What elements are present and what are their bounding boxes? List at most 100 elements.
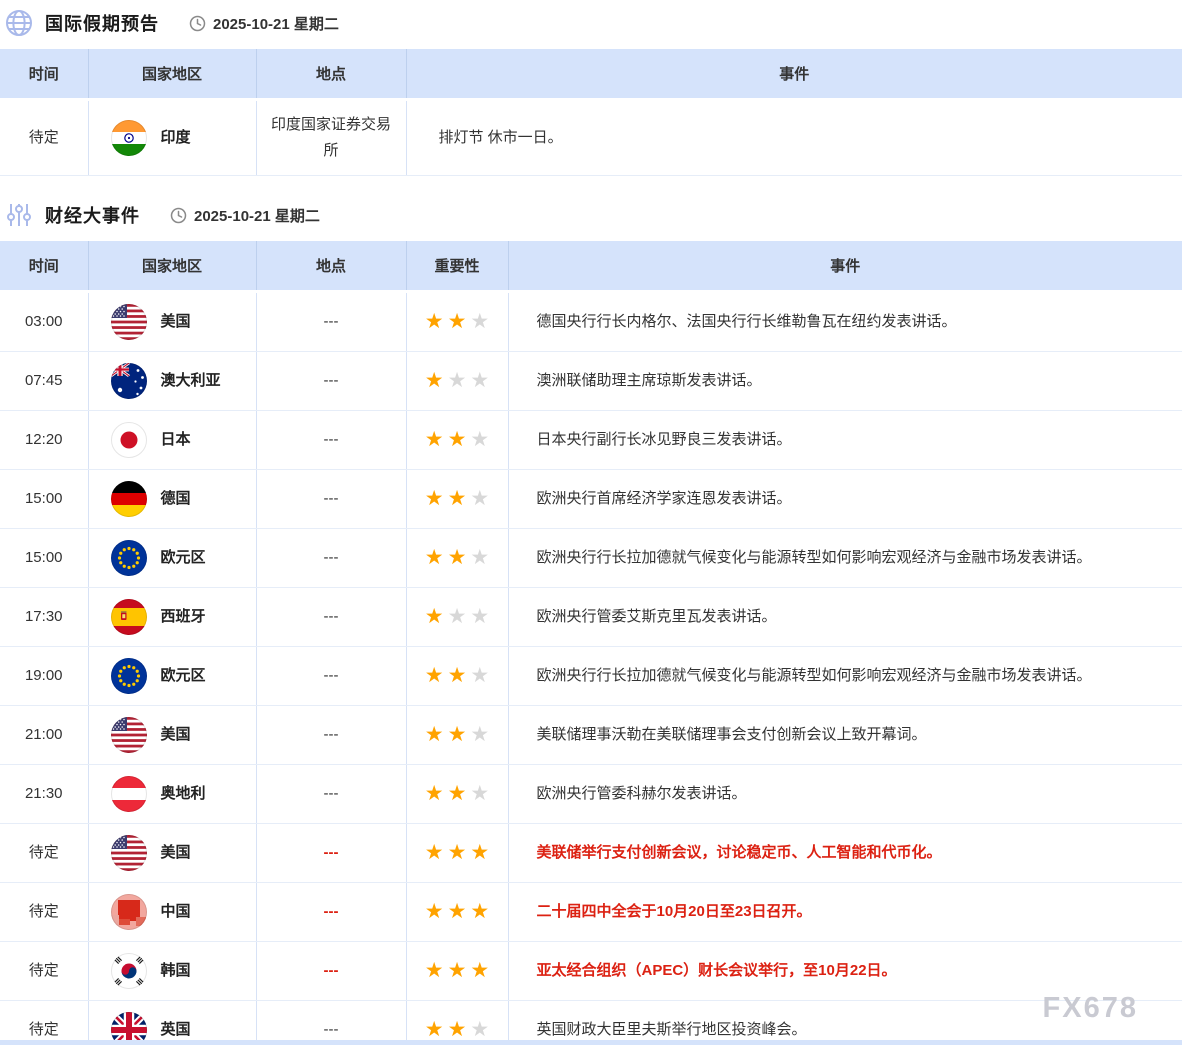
section-date-events: 2025-10-21 星期二 <box>194 205 320 226</box>
time-cell: 21:00 <box>0 706 88 765</box>
events-section-header: 财经大事件 2025-10-21 星期二 <box>0 192 1182 235</box>
importance-cell: ★★★ <box>406 824 508 883</box>
star-icon: ★ <box>425 723 444 746</box>
event-cell: 美联储举行支付创新会议，讨论稳定币、人工智能和代币化。 <box>508 824 1182 883</box>
star-icon: ★ <box>425 310 444 333</box>
holiday-section-header: 国际假期预告 2025-10-21 星期二 <box>0 0 1182 43</box>
flag-cn-icon <box>111 894 147 930</box>
time-cell: 19:00 <box>0 647 88 706</box>
flag-eu-icon <box>111 540 147 576</box>
importance-cell: ★★★ <box>406 292 508 352</box>
location-cell: --- <box>256 1001 406 1045</box>
importance-cell: ★★★ <box>406 765 508 824</box>
holiday-table: 时间国家地区地点事件 待定印度印度国家证券交易所排灯节 休市一日。 <box>0 49 1182 176</box>
flag-us-icon <box>111 835 147 871</box>
event-cell: 二十届四中全会于10月20日至23日召开。 <box>508 883 1182 942</box>
star-icon: ★ <box>448 782 467 805</box>
country-cell: 英国 <box>88 1001 256 1045</box>
clock-icon <box>189 15 206 32</box>
country-cell: 欧元区 <box>88 529 256 588</box>
country-name: 印度 <box>161 125 191 151</box>
table-row: 15:00德国---★★★欧洲央行首席经济学家连恩发表讲话。 <box>0 470 1182 529</box>
star-icon: ★ <box>425 605 444 628</box>
star-icon: ★ <box>448 664 467 687</box>
star-icon: ★ <box>425 959 444 982</box>
star-icon: ★ <box>470 605 489 628</box>
star-icon: ★ <box>470 782 489 805</box>
location-cell: --- <box>256 706 406 765</box>
location-cell: --- <box>256 588 406 647</box>
star-icon: ★ <box>425 369 444 392</box>
country-name: 欧元区 <box>161 663 206 689</box>
table-row: 待定韩国---★★★亚太经合组织（APEC）财长会议举行，至10月22日。 <box>0 942 1182 1001</box>
time-cell: 待定 <box>0 100 88 176</box>
table-row: 19:00 欧元区 ---★★★欧洲央行行长拉加德就气候变化与能源转型如何影响宏观经… <box>0 647 1182 706</box>
importance-cell: ★★★ <box>406 411 508 470</box>
table-header-row: 时间国家地区地点重要性事件 <box>0 241 1182 292</box>
column-header: 国家地区 <box>88 49 256 100</box>
time-cell: 待定 <box>0 1001 88 1045</box>
event-cell: 美联储理事沃勒在美联储理事会支付创新会议上致开幕词。 <box>508 706 1182 765</box>
table-row: 17:30西班牙---★★★欧洲央行管委艾斯克里瓦发表讲话。 <box>0 588 1182 647</box>
financial-calendar-page: 国际假期预告 2025-10-21 星期二 时间国家地区地点事件 待定印度印度国… <box>0 0 1182 1045</box>
event-cell: 德国央行行长内格尔、法国央行行长维勒鲁瓦在纽约发表讲话。 <box>508 292 1182 352</box>
star-icon: ★ <box>470 1018 489 1041</box>
column-header: 重要性 <box>406 241 508 292</box>
country-name: 西班牙 <box>161 604 206 630</box>
star-icon: ★ <box>425 1018 444 1041</box>
section-date-holiday: 2025-10-21 星期二 <box>213 13 339 34</box>
importance-cell: ★★★ <box>406 706 508 765</box>
event-cell: 亚太经合组织（APEC）财长会议举行，至10月22日。 <box>508 942 1182 1001</box>
star-icon: ★ <box>425 782 444 805</box>
country-cell: 西班牙 <box>88 588 256 647</box>
time-cell: 07:45 <box>0 352 88 411</box>
location-cell: --- <box>256 824 406 883</box>
star-icon: ★ <box>470 900 489 923</box>
importance-cell: ★★★ <box>406 352 508 411</box>
location-cell: --- <box>256 647 406 706</box>
location-cell: --- <box>256 942 406 1001</box>
star-icon: ★ <box>448 546 467 569</box>
star-icon: ★ <box>425 487 444 510</box>
star-icon: ★ <box>425 664 444 687</box>
flag-kr-icon <box>111 953 147 989</box>
section-title-events: 财经大事件 <box>45 202 140 228</box>
table-row: 07:45澳大利亚---★★★澳洲联储助理主席琼斯发表讲话。 <box>0 352 1182 411</box>
globe-icon <box>5 9 33 37</box>
country-name: 韩国 <box>161 958 191 984</box>
star-icon: ★ <box>470 959 489 982</box>
location-cell: --- <box>256 883 406 942</box>
table-row: 待定中国---★★★二十届四中全会于10月20日至23日召开。 <box>0 883 1182 942</box>
star-icon: ★ <box>470 369 489 392</box>
event-cell: 澳洲联储助理主席琼斯发表讲话。 <box>508 352 1182 411</box>
star-icon: ★ <box>448 1018 467 1041</box>
clock-icon <box>170 207 187 224</box>
star-icon: ★ <box>470 546 489 569</box>
table-row: 待定英国---★★★英国财政大臣里夫斯举行地区投资峰会。 <box>0 1001 1182 1045</box>
time-cell: 待定 <box>0 883 88 942</box>
event-cell: 欧洲央行首席经济学家连恩发表讲话。 <box>508 470 1182 529</box>
time-cell: 17:30 <box>0 588 88 647</box>
country-name: 中国 <box>161 899 191 925</box>
star-icon: ★ <box>470 310 489 333</box>
table-row: 待定印度印度国家证券交易所排灯节 休市一日。 <box>0 100 1182 176</box>
star-icon: ★ <box>425 546 444 569</box>
country-cell: 韩国 <box>88 942 256 1001</box>
country-name: 日本 <box>161 427 191 453</box>
country-name: 美国 <box>161 722 191 748</box>
star-icon: ★ <box>448 959 467 982</box>
table-row: 12:20日本---★★★日本央行副行长冰见野良三发表讲话。 <box>0 411 1182 470</box>
importance-cell: ★★★ <box>406 470 508 529</box>
event-cell: 欧洲央行行长拉加德就气候变化与能源转型如何影响宏观经济与金融市场发表讲话。 <box>508 647 1182 706</box>
time-cell: 21:30 <box>0 765 88 824</box>
star-icon: ★ <box>470 428 489 451</box>
event-cell: 排灯节 休市一日。 <box>406 100 1182 176</box>
location-cell: --- <box>256 292 406 352</box>
star-icon: ★ <box>448 900 467 923</box>
star-icon: ★ <box>448 841 467 864</box>
table-row: 21:30奥地利---★★★欧洲央行管委科赫尔发表讲话。 <box>0 765 1182 824</box>
importance-cell: ★★★ <box>406 647 508 706</box>
location-cell: --- <box>256 411 406 470</box>
flag-de-icon <box>111 481 147 517</box>
country-name: 德国 <box>161 486 191 512</box>
